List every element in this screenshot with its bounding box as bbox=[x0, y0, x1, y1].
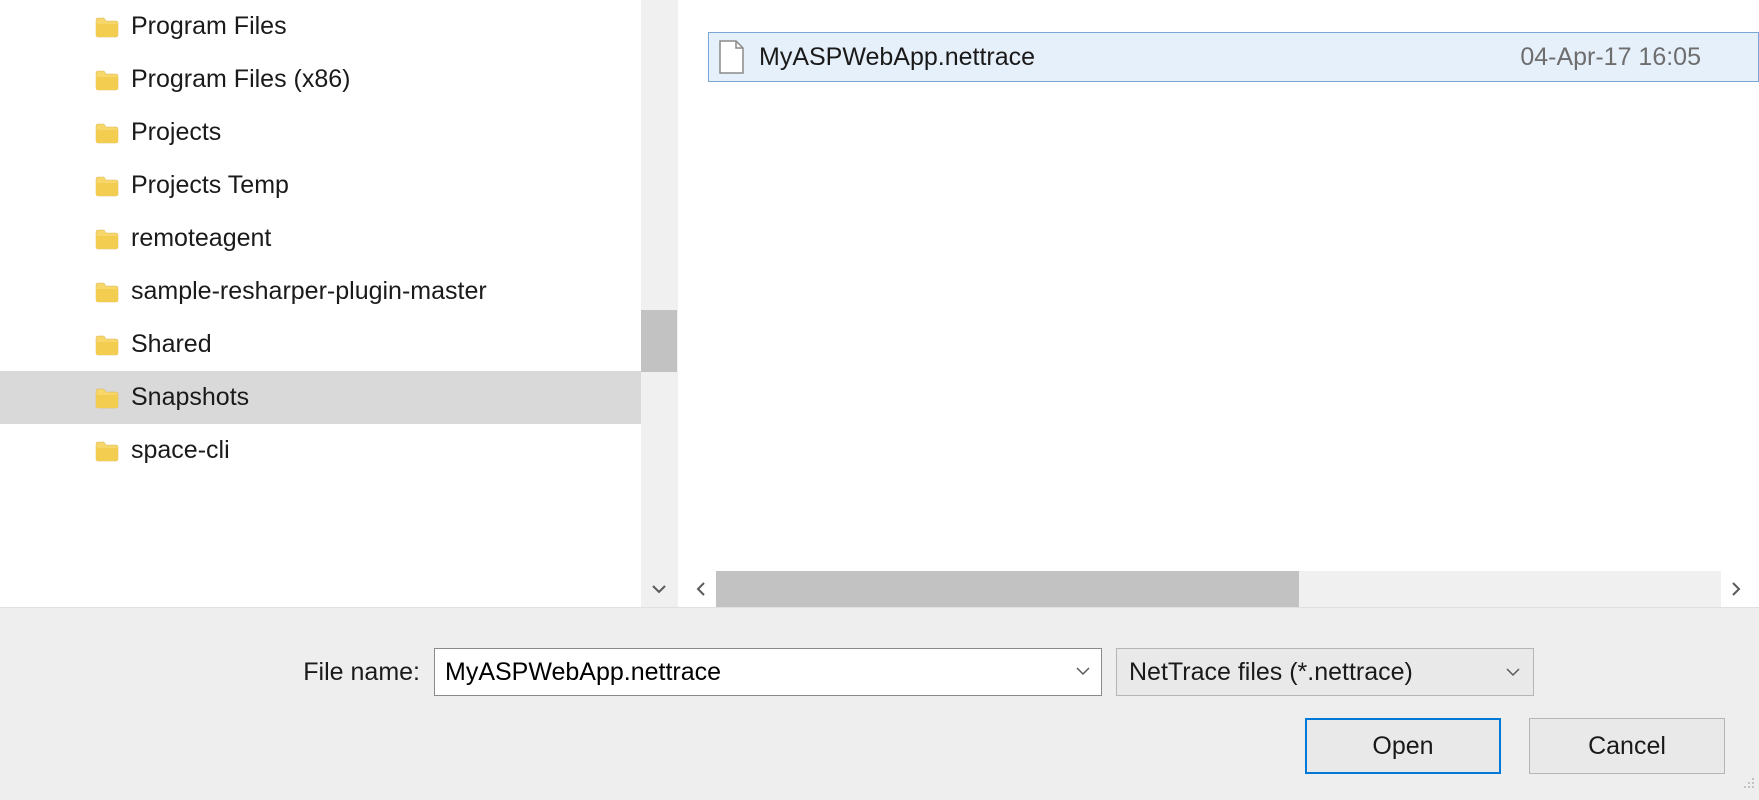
resize-grip-icon[interactable] bbox=[1739, 768, 1755, 796]
file-row[interactable]: MyASPWebApp.nettrace 04-Apr-17 16:05 bbox=[708, 32, 1759, 82]
filetype-chevron bbox=[1505, 658, 1521, 687]
dialog-buttons: Open Cancel bbox=[30, 718, 1729, 774]
folder-label: space-cli bbox=[131, 436, 230, 465]
tree-vertical-scrollbar[interactable] bbox=[641, 0, 677, 607]
open-button[interactable]: Open bbox=[1305, 718, 1501, 774]
folder-label: sample-resharper-plugin-master bbox=[131, 277, 487, 306]
file-name: MyASPWebApp.nettrace bbox=[759, 43, 1520, 72]
scroll-right-button[interactable] bbox=[1721, 571, 1751, 607]
file-icon bbox=[717, 40, 745, 74]
folder-item[interactable]: Program Files bbox=[0, 0, 677, 53]
folder-label: Shared bbox=[131, 330, 212, 359]
filename-label: File name: bbox=[30, 658, 420, 687]
folder-label: Projects bbox=[131, 118, 221, 147]
folder-item[interactable]: remoteagent bbox=[0, 212, 677, 265]
filename-input[interactable] bbox=[445, 658, 1075, 687]
scroll-left-button[interactable] bbox=[686, 571, 716, 607]
folder-item[interactable]: Projects Temp bbox=[0, 159, 677, 212]
folder-list[interactable]: Program Files Program Files (x86) Projec… bbox=[0, 0, 677, 607]
folder-item[interactable]: Shared bbox=[0, 318, 677, 371]
scrollbar-thumb[interactable] bbox=[641, 310, 677, 372]
folder-icon bbox=[95, 175, 119, 197]
folder-icon bbox=[95, 440, 119, 462]
bottom-bar: File name: NetTrace files (*.nettrace) O… bbox=[0, 608, 1759, 800]
folder-tree-pane: Program Files Program Files (x86) Projec… bbox=[0, 0, 678, 607]
folder-icon bbox=[95, 228, 119, 250]
folder-item[interactable]: space-cli bbox=[0, 424, 677, 477]
folder-label: Snapshots bbox=[131, 383, 249, 412]
chevron-left-icon bbox=[694, 582, 708, 596]
folder-item[interactable]: Program Files (x86) bbox=[0, 53, 677, 106]
folder-icon bbox=[95, 334, 119, 356]
folder-item[interactable]: sample-resharper-plugin-master bbox=[0, 265, 677, 318]
chevron-down-icon bbox=[1505, 664, 1521, 680]
filename-row: File name: NetTrace files (*.nettrace) bbox=[30, 648, 1729, 696]
main-area: Program Files Program Files (x86) Projec… bbox=[0, 0, 1759, 608]
file-list-pane: MyASPWebApp.nettrace 04-Apr-17 16:05 bbox=[678, 0, 1759, 607]
folder-icon bbox=[95, 122, 119, 144]
filetype-value: NetTrace files (*.nettrace) bbox=[1129, 658, 1413, 687]
folder-icon bbox=[95, 69, 119, 91]
folder-label: Program Files bbox=[131, 12, 287, 41]
cancel-button[interactable]: Cancel bbox=[1529, 718, 1725, 774]
scrollbar-thumb[interactable] bbox=[716, 571, 1299, 607]
scroll-down-button[interactable] bbox=[641, 571, 677, 607]
filetype-select[interactable]: NetTrace files (*.nettrace) bbox=[1116, 648, 1534, 696]
folder-item[interactable]: Projects bbox=[0, 106, 677, 159]
folder-icon bbox=[95, 281, 119, 303]
folder-icon bbox=[95, 16, 119, 38]
filename-dropdown-chevron[interactable] bbox=[1075, 658, 1091, 686]
folder-label: remoteagent bbox=[131, 224, 271, 253]
file-date: 04-Apr-17 16:05 bbox=[1520, 43, 1746, 72]
chevron-down-icon bbox=[651, 581, 667, 597]
folder-icon bbox=[95, 387, 119, 409]
folder-item[interactable]: Snapshots bbox=[0, 371, 677, 424]
file-horizontal-scrollbar[interactable] bbox=[686, 571, 1751, 607]
chevron-right-icon bbox=[1729, 582, 1743, 596]
folder-label: Projects Temp bbox=[131, 171, 289, 200]
folder-label: Program Files (x86) bbox=[131, 65, 351, 94]
filename-input-wrap[interactable] bbox=[434, 648, 1102, 696]
chevron-down-icon bbox=[1075, 663, 1091, 679]
scrollbar-track[interactable] bbox=[716, 571, 1721, 607]
